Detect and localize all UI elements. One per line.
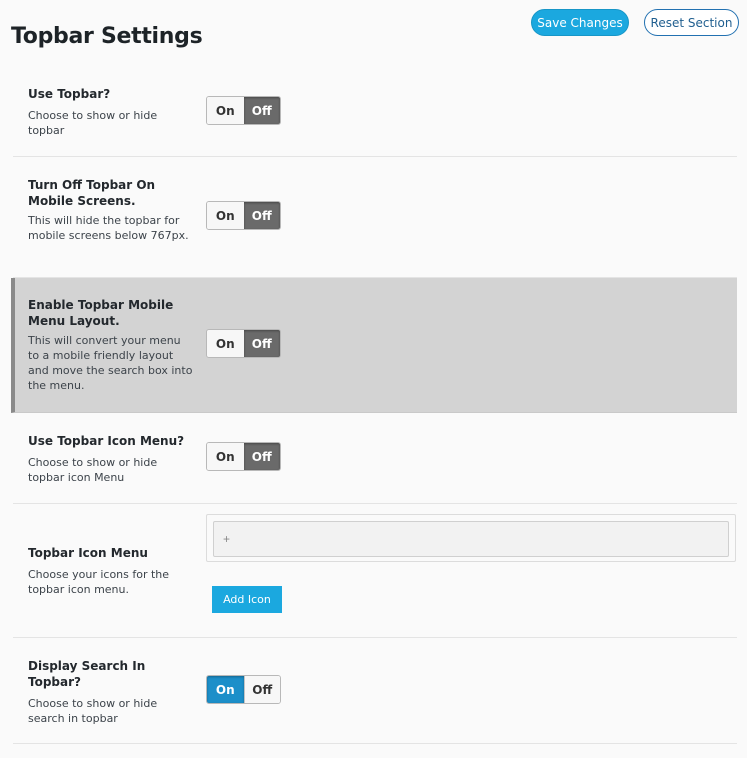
page-title: Topbar Settings (11, 24, 203, 49)
toggle-on-option[interactable]: On (207, 443, 244, 470)
toggle-on-option[interactable]: On (207, 97, 244, 124)
icon-list-field[interactable]: + (213, 521, 729, 557)
setting-description: This will convert your menu to a mobile … (28, 334, 193, 392)
setting-label: Use Topbar? Choose to show or hide topba… (28, 86, 193, 138)
setting-display-search: Display Search In Topbar? Choose to show… (13, 638, 737, 744)
toggle-off-option[interactable]: Off (243, 330, 280, 357)
setting-label: Display Search In Topbar? Choose to show… (28, 658, 193, 726)
setting-title: Enable Topbar Mobile Menu Layout. (28, 298, 174, 328)
toggle-on-option[interactable]: On (207, 202, 244, 229)
setting-topbar-icon-menu: Use Topbar Icon Menu? Choose to show or … (13, 413, 737, 504)
use-topbar-toggle[interactable]: On Off (206, 96, 281, 125)
plus-icon[interactable]: + (223, 532, 230, 546)
mobile-topbar-off-toggle[interactable]: On Off (206, 201, 281, 230)
setting-use-topbar: Use Topbar? Choose to show or hide topba… (13, 64, 737, 157)
display-search-toggle[interactable]: On Off (206, 675, 281, 704)
setting-description: Choose your icons for the topbar icon me… (28, 568, 170, 596)
setting-title: Use Topbar Icon Menu? (28, 434, 185, 448)
setting-label: Use Topbar Icon Menu? Choose to show or … (28, 433, 193, 485)
topbar-icon-menu-toggle[interactable]: On Off (206, 442, 281, 471)
setting-label: Enable Topbar Mobile Menu Layout. This w… (28, 297, 193, 393)
setting-description: Choose to show or hide topbar icon Menu (28, 456, 158, 484)
icon-menu-box: + (206, 514, 736, 562)
toggle-on-option[interactable]: On (207, 676, 244, 703)
reset-section-button[interactable]: Reset Section (644, 9, 739, 36)
toggle-off-option[interactable]: Off (243, 443, 280, 470)
setting-mobile-topbar-off: Turn Off Topbar On Mobile Screens. This … (13, 157, 737, 278)
setting-mobile-menu-layout: Enable Topbar Mobile Menu Layout. This w… (11, 278, 737, 413)
setting-title: Turn Off Topbar On Mobile Screens. (28, 178, 156, 208)
setting-description: This will hide the topbar for mobile scr… (28, 214, 189, 242)
toggle-off-option[interactable]: Off (243, 97, 280, 124)
toggle-off-option[interactable]: Off (243, 676, 280, 703)
header: Topbar Settings Save Changes Reset Secti… (0, 0, 747, 64)
setting-description: Choose to show or hide search in topbar (28, 697, 158, 725)
toggle-on-option[interactable]: On (207, 330, 244, 357)
mobile-menu-layout-toggle[interactable]: On Off (206, 329, 281, 358)
setting-label: Turn Off Topbar On Mobile Screens. This … (28, 177, 193, 243)
toggle-off-option[interactable]: Off (243, 202, 280, 229)
setting-description: Choose to show or hide topbar (28, 109, 158, 137)
setting-title: Use Topbar? (28, 87, 111, 101)
setting-icon-menu-items: Topbar Icon Menu Choose your icons for t… (13, 504, 737, 638)
setting-title: Topbar Icon Menu (28, 546, 148, 560)
setting-label: Topbar Icon Menu Choose your icons for t… (28, 545, 193, 597)
setting-title: Display Search In Topbar? (28, 659, 146, 689)
save-changes-button[interactable]: Save Changes (531, 9, 629, 36)
add-icon-button[interactable]: Add Icon (212, 586, 282, 613)
